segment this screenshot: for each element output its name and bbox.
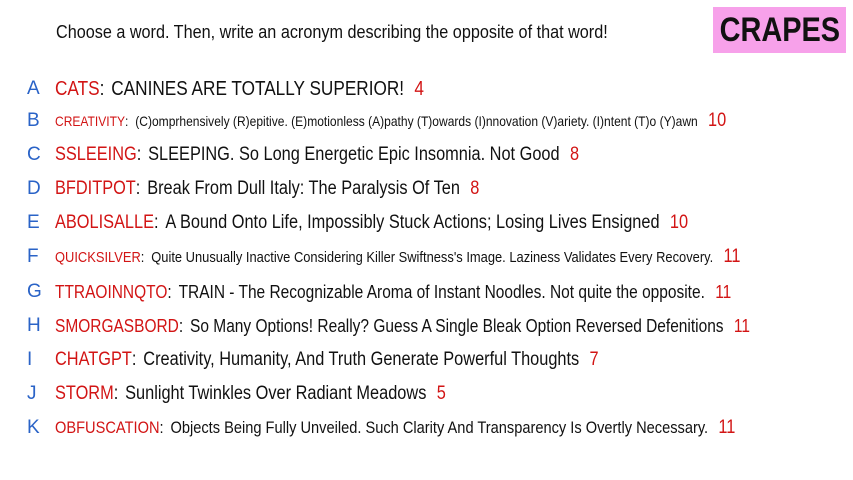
entry-definition: Creativity, Humanity, And Truth Generate… — [143, 349, 580, 370]
colon: : — [125, 113, 129, 129]
colon: : — [131, 349, 137, 370]
entry-word: QUICKSILVER — [55, 248, 141, 266]
entry-word: CHATGPT — [55, 349, 132, 370]
entry-letter: B — [27, 110, 40, 131]
entry-word: OBFUSCATION — [55, 418, 160, 437]
entry-letter: E — [27, 212, 40, 233]
entry-score: 7 — [589, 349, 599, 370]
colon: : — [178, 315, 184, 336]
entry-definition: TRAIN - The Recognizable Aroma of Instan… — [178, 281, 705, 302]
entry-letter: D — [27, 178, 41, 199]
entry-definition: SLEEPING. So Long Energetic Epic Insomni… — [148, 144, 560, 165]
colon: : — [154, 212, 159, 233]
entry-definition: CANINES ARE TOTALLY SUPERIOR! — [111, 77, 405, 100]
entry-word: TTRAOINNQTO — [55, 281, 168, 302]
entry-definition: Break From Dull Italy: The Paralysis Of … — [147, 178, 460, 199]
entry-definition: Sunlight Twinkles Over Radiant Meadows — [125, 383, 427, 404]
crapes-logo: CRAPES — [713, 7, 846, 53]
entry-score: 11 — [733, 315, 750, 336]
entry-definition: Objects Being Fully Unveiled. Such Clari… — [170, 418, 709, 437]
prompt-text: Choose a word. Then, write an acronym de… — [56, 22, 608, 42]
colon: : — [159, 418, 164, 437]
entry-word: STORM — [55, 383, 114, 404]
colon: : — [136, 144, 142, 165]
entry-letter: C — [27, 144, 41, 165]
entry-score: 8 — [470, 178, 480, 199]
entry-letter: H — [27, 315, 41, 336]
entry-score: 5 — [436, 383, 446, 404]
entry-letter: A — [27, 78, 40, 99]
entry-definition: Quite Unusually Inactive Considering Kil… — [151, 248, 714, 266]
entry-definition: (C)omprhensively (R)epitive. (E)motionle… — [135, 113, 698, 129]
entry-score: 4 — [414, 77, 424, 100]
colon: : — [167, 281, 172, 302]
entry-letter: J — [27, 383, 37, 404]
entry-letter: F — [27, 246, 39, 267]
entry-letter: K — [27, 417, 40, 438]
entry-score: 11 — [723, 246, 741, 267]
entry-score: 11 — [718, 417, 736, 438]
entry-word: BFDITPOT — [55, 178, 136, 199]
colon: : — [135, 178, 141, 199]
entry-definition: So Many Options! Really? Guess A Single … — [190, 315, 724, 336]
entry-word: CREATIVITY — [55, 113, 126, 129]
entry-word: SSLEEING — [55, 144, 137, 165]
entry-score: 10 — [669, 212, 689, 233]
entry-score: 11 — [715, 281, 732, 302]
entry-word: SMORGASBORD — [55, 315, 179, 336]
colon: : — [99, 77, 105, 100]
entry-definition: A Bound Onto Life, Impossibly Stuck Acti… — [165, 212, 660, 233]
entry-word: ABOLISALLE — [55, 212, 155, 233]
entry-word: CATS — [55, 77, 100, 100]
colon: : — [140, 248, 145, 266]
logo-text: CRAPES — [719, 10, 840, 49]
entry-letter: I — [27, 349, 33, 370]
entry-score: 8 — [569, 144, 580, 165]
entry-score: 10 — [708, 110, 727, 131]
entry-letter: G — [27, 281, 42, 302]
colon: : — [113, 383, 119, 404]
